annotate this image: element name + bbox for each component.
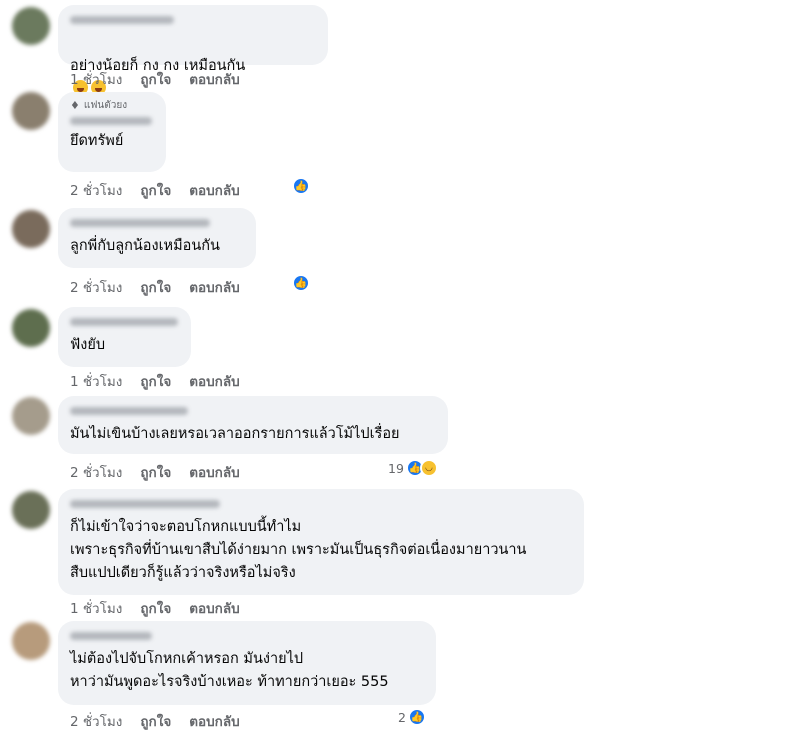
reply-link[interactable]: ตอบกลับ: [189, 68, 239, 90]
like-link[interactable]: ถูกใจ: [140, 276, 171, 298]
timestamp[interactable]: 1 ชั่วโมง: [70, 370, 122, 392]
comment-bubble: มันไม่เขินบ้างเลยหรอเวลาออกรายการแล้วโม้…: [58, 396, 448, 454]
diamond-icon: ♦: [70, 99, 80, 112]
reply-link[interactable]: ตอบกลับ: [189, 461, 239, 483]
timestamp[interactable]: 1 ชั่วโมง: [70, 597, 122, 619]
commenter-name-blurred[interactable]: [70, 407, 188, 415]
like-reaction-icon: 👍: [407, 708, 426, 726]
haha-reaction-icon: ◡: [419, 459, 438, 477]
comment-text: ฟังยับ: [70, 337, 106, 353]
like-link[interactable]: ถูกใจ: [140, 179, 171, 201]
comment-text: ก็ไม่เข้าใจว่าจะตอบโกหกแบบนี้ทำไม เพราะธ…: [70, 519, 527, 581]
comment-actions: 1 ชั่วโมง ถูกใจ ตอบกลับ: [70, 68, 240, 90]
avatar[interactable]: [12, 210, 50, 248]
comment-actions: 1 ชั่วโมง ถูกใจ ตอบกลับ: [70, 597, 240, 619]
commenter-name-blurred[interactable]: [70, 318, 178, 326]
comment-text: มันไม่เขินบ้างเลยหรอเวลาออกรายการแล้วโม้…: [70, 426, 400, 442]
like-link[interactable]: ถูกใจ: [140, 710, 171, 732]
reaction-summary[interactable]: 2 👍: [398, 708, 426, 726]
like-link[interactable]: ถูกใจ: [140, 68, 171, 90]
comment-actions: 2 ชั่วโมง ถูกใจ ตอบกลับ: [70, 179, 240, 201]
reply-link[interactable]: ตอบกลับ: [189, 276, 239, 298]
timestamp[interactable]: 2 ชั่วโมง: [70, 461, 122, 483]
commenter-name-blurred[interactable]: [70, 219, 210, 227]
comment-bubble: ลูกพี่กับลูกน้องเหมือนกัน: [58, 208, 256, 268]
comment-bubble: อย่างน้อยก็ กง กง เหมือนกัน: [58, 5, 328, 95]
reaction-count: 19: [388, 460, 404, 476]
comment-bubble: ♦ แฟนตัวยง ยึดทรัพย์: [58, 92, 166, 172]
reply-link[interactable]: ตอบกลับ: [189, 710, 239, 732]
comment-text: ไม่ต้องไปจับโกหกเค้าหรอก มันง่ายไป หาว่า…: [70, 651, 389, 690]
timestamp[interactable]: 2 ชั่วโมง: [70, 179, 122, 201]
reply-link[interactable]: ตอบกลับ: [189, 179, 239, 201]
commenter-name-blurred[interactable]: [70, 500, 220, 508]
comment-bubble: ก็ไม่เข้าใจว่าจะตอบโกหกแบบนี้ทำไม เพราะธ…: [58, 489, 584, 595]
fan-badge-label: แฟนตัวยง: [83, 100, 128, 111]
like-link[interactable]: ถูกใจ: [140, 461, 171, 483]
avatar[interactable]: [12, 7, 50, 45]
comment-actions: 2 ชั่วโมง ถูกใจ ตอบกลับ: [70, 461, 240, 483]
fan-badge: ♦ แฟนตัวยง: [70, 98, 154, 113]
comment-text: ยึดทรัพย์: [70, 133, 124, 149]
reaction-summary[interactable]: 👍: [292, 274, 310, 292]
comment-bubble: ฟังยับ: [58, 307, 191, 367]
avatar[interactable]: [12, 309, 50, 347]
avatar[interactable]: [12, 491, 50, 529]
reaction-summary[interactable]: 19 👍 ◡: [388, 459, 438, 477]
timestamp[interactable]: 1 ชั่วโมง: [70, 68, 122, 90]
commenter-name-blurred[interactable]: [70, 16, 174, 24]
avatar[interactable]: [12, 397, 50, 435]
timestamp[interactable]: 2 ชั่วโมง: [70, 710, 122, 732]
reply-link[interactable]: ตอบกลับ: [189, 370, 239, 392]
reaction-count: 2: [398, 709, 406, 725]
like-reaction-icon: 👍: [292, 177, 310, 195]
comment-text: ลูกพี่กับลูกน้องเหมือนกัน: [70, 238, 220, 254]
comment-actions: 1 ชั่วโมง ถูกใจ ตอบกลับ: [70, 370, 240, 392]
comment-actions: 2 ชั่วโมง ถูกใจ ตอบกลับ: [70, 276, 240, 298]
avatar[interactable]: [12, 622, 50, 660]
comment-bubble: ไม่ต้องไปจับโกหกเค้าหรอก มันง่ายไป หาว่า…: [58, 621, 436, 705]
like-reaction-icon: 👍: [292, 274, 310, 292]
reply-link[interactable]: ตอบกลับ: [189, 597, 239, 619]
reaction-summary[interactable]: 👍: [292, 177, 310, 195]
avatar[interactable]: [12, 92, 50, 130]
commenter-name-blurred[interactable]: [70, 117, 152, 125]
like-link[interactable]: ถูกใจ: [140, 370, 171, 392]
timestamp[interactable]: 2 ชั่วโมง: [70, 276, 122, 298]
commenter-name-blurred[interactable]: [70, 632, 152, 640]
comment-actions: 2 ชั่วโมง ถูกใจ ตอบกลับ: [70, 710, 240, 732]
like-link[interactable]: ถูกใจ: [140, 597, 171, 619]
